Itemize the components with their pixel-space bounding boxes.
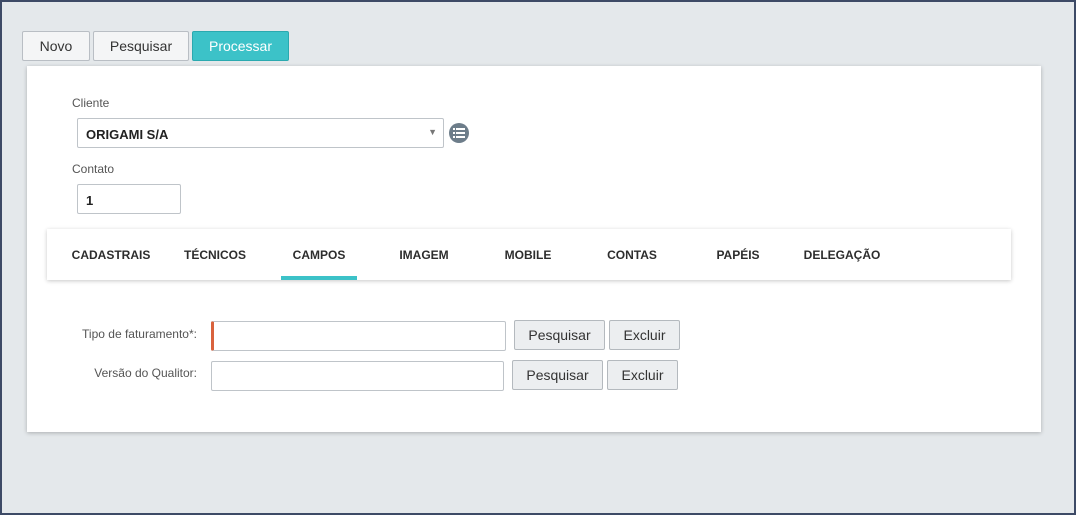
tab-imagem[interactable]: IMAGEM — [387, 229, 461, 280]
tab-papeis[interactable]: PAPÉIS — [703, 229, 773, 280]
cliente-select[interactable]: ORIGAMI S/A ▼ — [77, 118, 444, 148]
tab-cadastrais[interactable]: CADASTRAIS — [57, 229, 165, 280]
tipo-faturamento-input[interactable] — [211, 321, 506, 351]
tipo-faturamento-pesquisar-button[interactable]: Pesquisar — [514, 320, 605, 350]
processar-button[interactable]: Processar — [192, 31, 289, 61]
contato-value: 1 — [86, 193, 94, 208]
tab-tecnicos[interactable]: TÉCNICOS — [173, 229, 257, 280]
chevron-down-icon: ▼ — [428, 127, 437, 137]
tipo-faturamento-label: Tipo de faturamento*: — [82, 327, 197, 341]
tab-delegacao[interactable]: DELEGAÇÃO — [797, 229, 887, 280]
cliente-value: ORIGAMI S/A — [86, 127, 169, 142]
tab-contas[interactable]: CONTAS — [595, 229, 669, 280]
versao-qualitor-input[interactable] — [211, 361, 504, 391]
list-icon[interactable] — [449, 123, 469, 143]
versao-qualitor-label: Versão do Qualitor: — [94, 366, 197, 380]
tab-bar: CADASTRAIS TÉCNICOS CAMPOS IMAGEM MOBILE… — [47, 229, 1011, 280]
versao-qualitor-excluir-button[interactable]: Excluir — [607, 360, 678, 390]
tipo-faturamento-excluir-button[interactable]: Excluir — [609, 320, 680, 350]
cliente-label: Cliente — [72, 96, 110, 110]
novo-button[interactable]: Novo — [22, 31, 90, 61]
contato-input[interactable]: 1 — [77, 184, 181, 214]
versao-qualitor-pesquisar-button[interactable]: Pesquisar — [512, 360, 603, 390]
tab-mobile[interactable]: MOBILE — [491, 229, 565, 280]
toolbar: Novo Pesquisar Processar — [22, 31, 289, 61]
form-card: Cliente ORIGAMI S/A ▼ Contato 1 CADASTRA… — [27, 66, 1041, 432]
contato-label: Contato — [72, 162, 115, 176]
pesquisar-button[interactable]: Pesquisar — [93, 31, 189, 61]
tab-campos[interactable]: CAMPOS — [281, 229, 357, 280]
